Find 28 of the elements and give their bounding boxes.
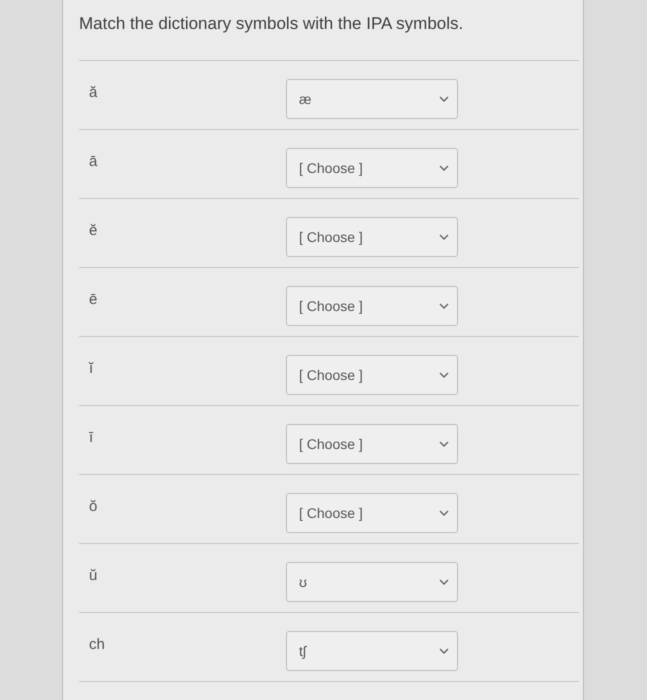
chevron-down-icon [439, 510, 449, 516]
ipa-select[interactable]: tʃ [286, 631, 458, 671]
dictionary-symbol: ŏ [89, 498, 98, 515]
chevron-down-icon [439, 96, 449, 102]
ipa-select[interactable]: [ Choose ] [286, 217, 458, 257]
chevron-down-icon [439, 165, 449, 171]
ipa-select[interactable]: æ [286, 79, 458, 119]
ipa-select[interactable]: [ Choose ] [286, 355, 458, 395]
ipa-select[interactable]: [ Choose ] [286, 148, 458, 188]
dictionary-symbol: ch [89, 636, 105, 653]
chevron-down-icon [439, 234, 449, 240]
chevron-down-icon [439, 372, 449, 378]
chevron-down-icon [439, 648, 449, 654]
dictionary-symbol: ŭ [89, 567, 98, 584]
ipa-select[interactable]: [ Choose ] [286, 493, 458, 533]
dictionary-symbol: ā [89, 153, 98, 170]
dictionary-symbol: ă [89, 84, 98, 101]
ipa-select[interactable]: ʊ [286, 562, 458, 602]
question-prompt: Match the dictionary symbols with the IPA symbols. [79, 13, 464, 35]
chevron-down-icon [439, 303, 449, 309]
ipa-select[interactable]: [ Choose ] [286, 424, 458, 464]
dictionary-symbol: ē [89, 291, 98, 308]
dictionary-symbol: ĭ [89, 360, 94, 377]
chevron-down-icon [439, 441, 449, 447]
dictionary-symbol: ĕ [89, 222, 98, 239]
ipa-select[interactable]: [ Choose ] [286, 286, 458, 326]
dictionary-symbol: ī [89, 429, 94, 446]
chevron-down-icon [439, 579, 449, 585]
